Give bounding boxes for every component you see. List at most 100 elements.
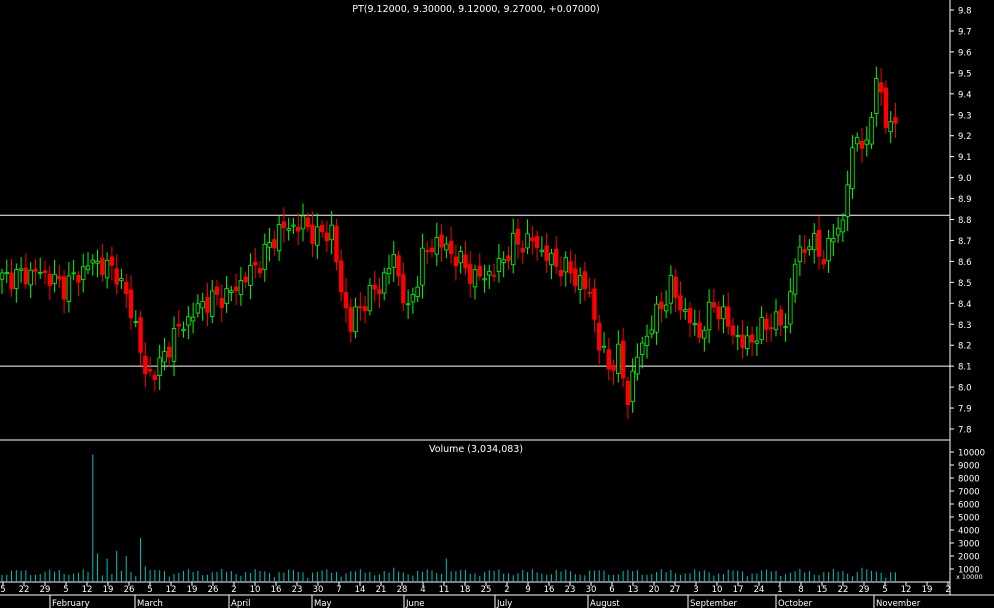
candle-body [128, 289, 134, 319]
candle-body [100, 257, 105, 275]
candle-body [276, 224, 282, 252]
candle-body [702, 329, 707, 339]
candle-body [358, 306, 363, 309]
candle-body [644, 335, 650, 347]
volume-tick-label: 1000 [958, 566, 980, 576]
date-tick-label: 19 [187, 585, 198, 595]
candle-body [654, 303, 659, 333]
candle-body [386, 268, 392, 275]
volume-tick-label: 2000 [958, 553, 980, 563]
date-tick-label: 22 [19, 585, 30, 595]
candle-body [439, 234, 444, 248]
candle-body [114, 268, 119, 285]
date-tick-label: 8 [798, 585, 803, 595]
candle-body [893, 117, 898, 124]
candle-body [788, 291, 793, 325]
price-tick-label: 8.8 [958, 216, 972, 226]
candle-body [305, 217, 310, 228]
candle-body [76, 275, 81, 283]
volume-title: Volume (3,034,083) [429, 444, 523, 455]
candle-body [883, 87, 889, 128]
candle-body [200, 301, 205, 309]
candle-body [348, 307, 353, 332]
price-tick-label: 7.8 [958, 426, 972, 436]
candle-body [835, 227, 841, 236]
candle-body [840, 219, 846, 233]
candle-body [324, 232, 330, 242]
volume-tick-label: 6000 [958, 501, 980, 511]
candle-body [195, 303, 201, 314]
candle-body [133, 321, 138, 323]
candle-body [143, 355, 148, 374]
month-label: October [778, 599, 813, 608]
candle-body [792, 263, 798, 295]
candle-body [14, 269, 19, 289]
candle-body [683, 309, 688, 312]
date-tick-label: 30 [313, 585, 324, 595]
month-label: April [231, 599, 250, 608]
date-tick-label: 4 [420, 585, 425, 595]
price-tick-label: 9.5 [958, 69, 972, 79]
price-tick-label: 8.2 [958, 342, 972, 352]
candle-body [81, 266, 86, 280]
volume-axis-ticks: 10000 9000 8000 7000 6000 5000 4000 3000 2000 100… [950, 449, 985, 576]
candle-body [291, 224, 296, 227]
candle-body [167, 347, 172, 358]
candle-body [558, 269, 564, 277]
candle-body [448, 240, 454, 255]
candle-body [214, 286, 220, 295]
month-label: November [876, 599, 921, 608]
price-tick-label: 9.0 [958, 174, 972, 184]
candle-body [539, 249, 545, 253]
price-tick-label: 9.4 [958, 90, 972, 100]
date-tick-label: 12 [901, 585, 912, 595]
candle-body [119, 278, 124, 282]
candle-body [534, 236, 540, 248]
date-tick-label: 10 [712, 585, 723, 595]
candle-body [511, 232, 516, 266]
month-label: July [496, 599, 512, 608]
candle-body [444, 243, 449, 251]
candle-body [47, 273, 52, 286]
candle-body [315, 226, 320, 246]
candle-body [343, 292, 349, 309]
candle-body [577, 275, 583, 290]
candle-body [224, 288, 229, 304]
candle-body [219, 297, 224, 308]
price-axis-ticks: 9.8 9.7 9.6 9.5 9.4 9.3 9.2 9.1 9.0 8.9 8.8 8.7 8.6 8… [950, 7, 972, 436]
candle-body [888, 121, 893, 133]
month-label: June [405, 599, 425, 608]
candle-body [468, 264, 473, 284]
candle-body [334, 225, 339, 263]
candle-body [429, 247, 435, 253]
candle-body [826, 238, 831, 262]
candle-body [625, 380, 631, 406]
candle-body [678, 295, 683, 311]
candle-body [878, 82, 884, 93]
month-label: September [690, 599, 737, 608]
candle-body [697, 322, 702, 338]
date-tick-label: 5 [882, 585, 887, 595]
candle-body [769, 327, 774, 330]
candle-body [382, 272, 387, 294]
date-axis-ticks: 5 22 29 5 12 19 26 5 12 19 26 2 10 16 23 30 7 14 21 28 4 11 18… [0, 582, 951, 595]
candle-body [764, 318, 769, 330]
candle-body [18, 268, 24, 271]
candle-body [855, 136, 860, 145]
volume-tick-label: 3000 [958, 540, 980, 550]
date-tick-label: 26 [208, 585, 219, 595]
candle-body [831, 238, 836, 243]
candle-body [783, 325, 788, 328]
date-tick-label: 6 [609, 585, 614, 595]
candle-body [319, 224, 325, 233]
candle-body [463, 254, 468, 269]
date-tick-label: 2 [231, 585, 236, 595]
candle-body [864, 139, 869, 145]
candle-body [434, 237, 439, 255]
candle-body [243, 276, 248, 283]
candle-body [640, 342, 645, 355]
date-tick-label: 17 [733, 585, 744, 595]
candle-body [859, 140, 865, 149]
date-tick-label: 14 [355, 585, 366, 595]
candle-body [482, 278, 487, 281]
